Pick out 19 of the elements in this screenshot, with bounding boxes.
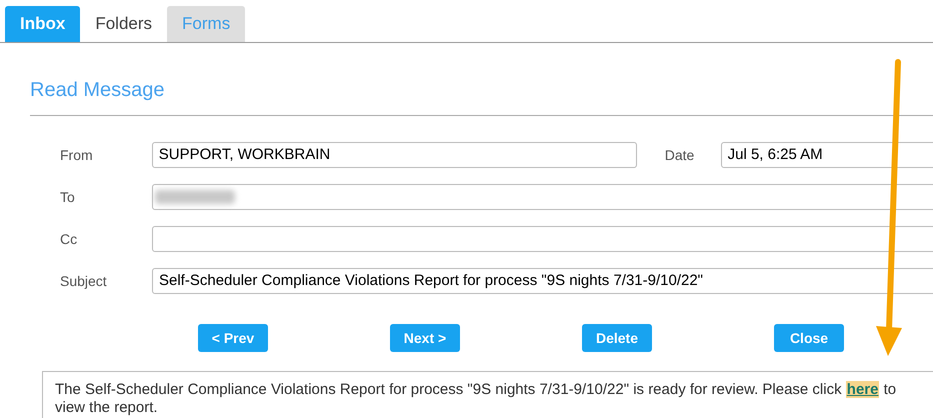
action-button[interactable]: Delete (582, 324, 652, 352)
input-field[interactable]: SUPPORT, WORKBRAIN (152, 142, 637, 168)
tab[interactable]: Inbox (5, 6, 80, 42)
field-label: To (60, 188, 76, 206)
action-button[interactable]: Close (774, 324, 844, 352)
action-button[interactable]: Next > (390, 324, 460, 352)
tab[interactable]: Forms (167, 6, 246, 42)
page-title: Read Message (30, 79, 165, 101)
field-label: Subject (60, 272, 108, 291)
field-label: Cc (60, 230, 78, 248)
field-label: Date (664, 146, 696, 164)
action-button[interactable]: < Prev (198, 324, 268, 352)
input-field[interactable] (152, 226, 933, 252)
field-label: From (60, 146, 94, 164)
here-link[interactable]: here (846, 381, 880, 398)
to-field[interactable] (152, 184, 933, 210)
input-field[interactable]: Jul 5, 6:25 AM (720, 142, 933, 168)
message-text: The Self-Scheduler Compliance Violations Report for process "9S nights 7/31-9/10/22" is ready for review. Please click here to view the report. (55, 381, 898, 417)
input-field[interactable]: Self-Scheduler Compliance Violations Report for process "9S nights 7/31-9/10/22" (152, 268, 933, 294)
